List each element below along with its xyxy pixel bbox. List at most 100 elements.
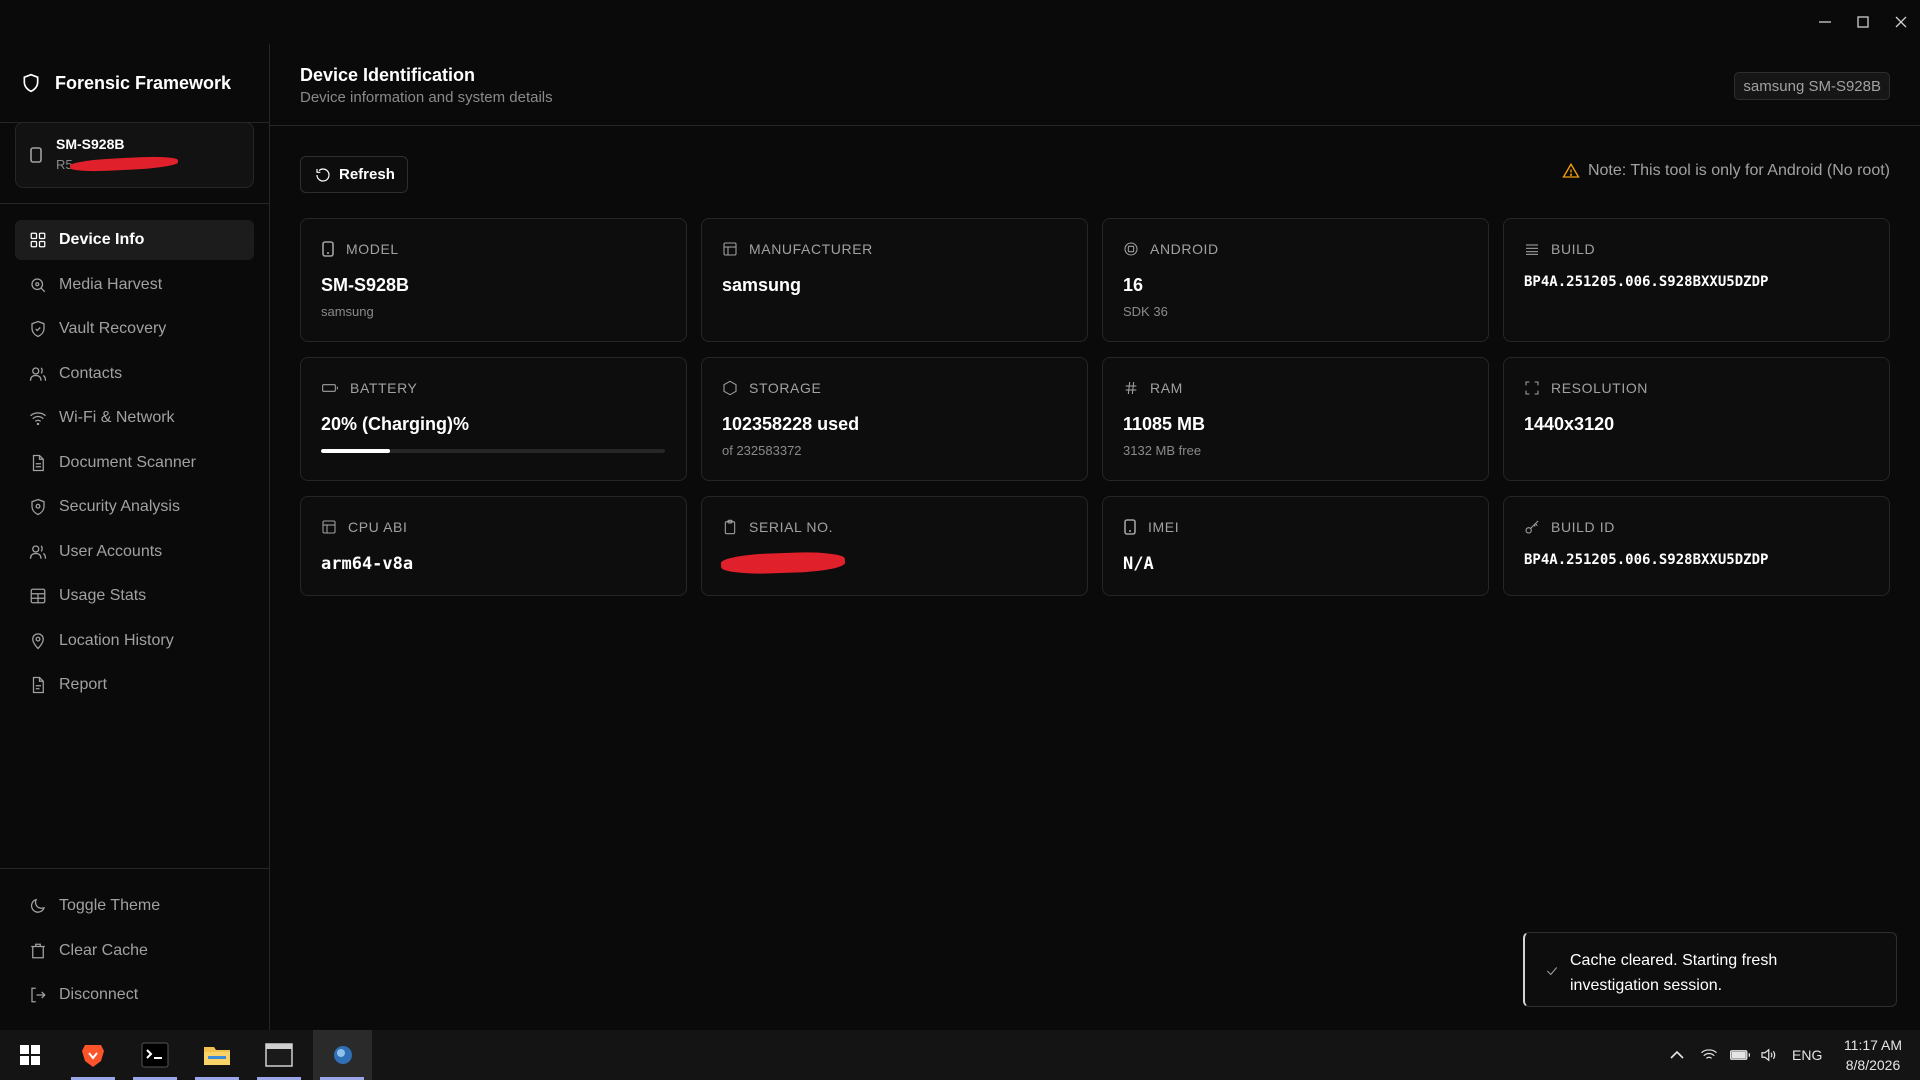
input-language[interactable]: ENG <box>1792 1047 1822 1063</box>
minimize-icon <box>1819 21 1831 23</box>
title-bar <box>0 0 1920 44</box>
disconnect-label: Disconnect <box>59 986 139 1003</box>
card-label: RESOLUTION <box>1551 380 1649 396</box>
card-value: N/A <box>1123 554 1154 574</box>
close-button[interactable] <box>1882 0 1920 44</box>
card-value: 102358228 used <box>722 414 860 434</box>
battery-icon <box>322 384 338 392</box>
toggle-theme-label: Toggle Theme <box>59 897 161 914</box>
page-subtitle: Device information and system details <box>300 89 553 106</box>
sidebar-item-usage-stats[interactable]: Usage Stats <box>15 576 254 616</box>
sidebar-item-label: Security Analysis <box>59 498 180 515</box>
card-manufacturer: MANUFACTURER samsung <box>701 218 1088 342</box>
taskbar-console[interactable] <box>251 1030 307 1080</box>
card-model: MODEL SM-S928B samsung <box>300 218 687 342</box>
shield-alert-icon <box>31 498 45 516</box>
sidebar-item-label: Contacts <box>59 364 123 382</box>
taskbar-terminal[interactable] <box>127 1030 183 1080</box>
user-accounts-icon <box>29 544 47 559</box>
redaction-mark <box>720 550 846 576</box>
speaker-icon <box>1761 1048 1776 1062</box>
check-icon <box>1546 967 1558 976</box>
trash-icon <box>31 943 45 958</box>
start-button[interactable] <box>2 1030 58 1080</box>
sidebar-item-device-info[interactable]: Device Info <box>15 220 254 260</box>
card-value: 20% (Charging)% <box>321 414 470 434</box>
connected-device-card[interactable]: SM-S928B R5 <box>15 122 254 188</box>
sidebar-item-report[interactable]: Report <box>15 665 254 705</box>
refresh-label: Refresh <box>339 166 395 183</box>
sidebar-item-location-history[interactable]: Location History <box>15 621 254 661</box>
battery-icon <box>1730 1050 1750 1060</box>
terminal-icon <box>141 1042 169 1068</box>
tray-network[interactable] <box>1700 1030 1718 1080</box>
card-serial: SERIAL NO. <box>701 496 1088 596</box>
card-storage: STORAGE 102358228 used of 232583372 <box>701 357 1088 481</box>
sidebar-item-contacts[interactable]: Contacts <box>15 354 254 394</box>
page-header: Device Identification Device information… <box>270 44 1920 126</box>
folder-icon <box>204 1047 230 1065</box>
tray-volume[interactable] <box>1759 1030 1777 1080</box>
clear-cache-label: Clear Cache <box>59 941 148 959</box>
battery-progress-bar <box>321 449 665 453</box>
clear-cache-button[interactable]: Clear Cache <box>15 931 254 971</box>
smartphone-icon <box>30 147 42 168</box>
key-icon <box>1525 520 1539 534</box>
card-label: MANUFACTURER <box>749 241 873 257</box>
card-value: 16 <box>1123 275 1144 295</box>
sidebar-item-user-accounts[interactable]: User Accounts <box>15 532 254 572</box>
grid-icon <box>30 232 46 248</box>
taskbar: ENG 11:17 AM 8/8/2026 <box>0 1030 1920 1080</box>
network-icon <box>1701 1049 1717 1059</box>
smartphone-icon <box>1124 519 1136 535</box>
sidebar-item-wifi-network[interactable]: Wi-Fi & Network <box>15 398 254 438</box>
minimize-button[interactable] <box>1806 0 1844 44</box>
disconnect-button[interactable]: Disconnect <box>15 975 254 1015</box>
windows-logo-icon <box>20 1045 40 1065</box>
system-clock[interactable]: 11:17 AM 8/8/2026 <box>1836 1035 1910 1075</box>
refresh-icon <box>316 167 330 182</box>
tray-battery[interactable] <box>1729 1030 1751 1080</box>
logout-icon <box>31 987 46 1003</box>
sidebar-item-label: Report <box>59 676 108 693</box>
card-label: MODEL <box>346 241 399 257</box>
taskbar-forensic-app[interactable] <box>313 1030 372 1080</box>
toast-notification: Cache cleared. Starting fresh investigat… <box>1523 932 1897 1007</box>
sidebar-item-label: Vault Recovery <box>59 320 167 337</box>
taskbar-file-explorer[interactable] <box>189 1030 245 1080</box>
warning-icon <box>1562 162 1580 178</box>
moon-icon <box>30 898 45 913</box>
android-icon <box>1124 242 1138 256</box>
card-label: BATTERY <box>350 380 418 396</box>
card-label: STORAGE <box>749 380 822 396</box>
battery-progress-fill <box>321 449 390 453</box>
app-brand: Forensic Framework <box>0 44 269 123</box>
toast-message: Cache cleared. Starting fresh investigat… <box>1570 952 1778 994</box>
sidebar-item-security-analysis[interactable]: Security Analysis <box>15 487 254 527</box>
console-window-icon <box>265 1043 293 1067</box>
card-value: 1440x3120 <box>1524 414 1615 434</box>
sidebar-item-media-harvest[interactable]: Media Harvest <box>15 265 254 305</box>
card-label: RAM <box>1150 380 1183 396</box>
shield-check-icon <box>31 320 45 338</box>
clipboard-icon <box>724 519 736 535</box>
hexagon-icon <box>723 380 737 396</box>
refresh-button[interactable]: Refresh <box>300 156 408 193</box>
toggle-theme-button[interactable]: Toggle Theme <box>15 886 254 926</box>
maximize-button[interactable] <box>1844 0 1882 44</box>
sidebar-item-document-scanner[interactable]: Document Scanner <box>15 443 254 483</box>
card-value: BP4A.251205.006.S928BXXU5DZDP <box>1524 274 1769 290</box>
file-text-icon <box>32 454 44 471</box>
card-value: samsung <box>722 275 802 295</box>
taskbar-browser[interactable] <box>65 1030 121 1080</box>
divider <box>0 868 270 869</box>
window-controls <box>1806 0 1920 44</box>
card-sub: of 232583372 <box>722 443 802 458</box>
tray-overflow-button[interactable] <box>1669 1030 1685 1080</box>
sidebar-item-vault-recovery[interactable]: Vault Recovery <box>15 309 254 349</box>
card-label: BUILD <box>1551 241 1596 257</box>
card-value: BP4A.251205.006.S928BXXU5DZDP <box>1524 552 1769 568</box>
shield-icon <box>23 73 39 93</box>
report-icon <box>32 676 44 694</box>
hash-icon <box>1125 381 1137 395</box>
